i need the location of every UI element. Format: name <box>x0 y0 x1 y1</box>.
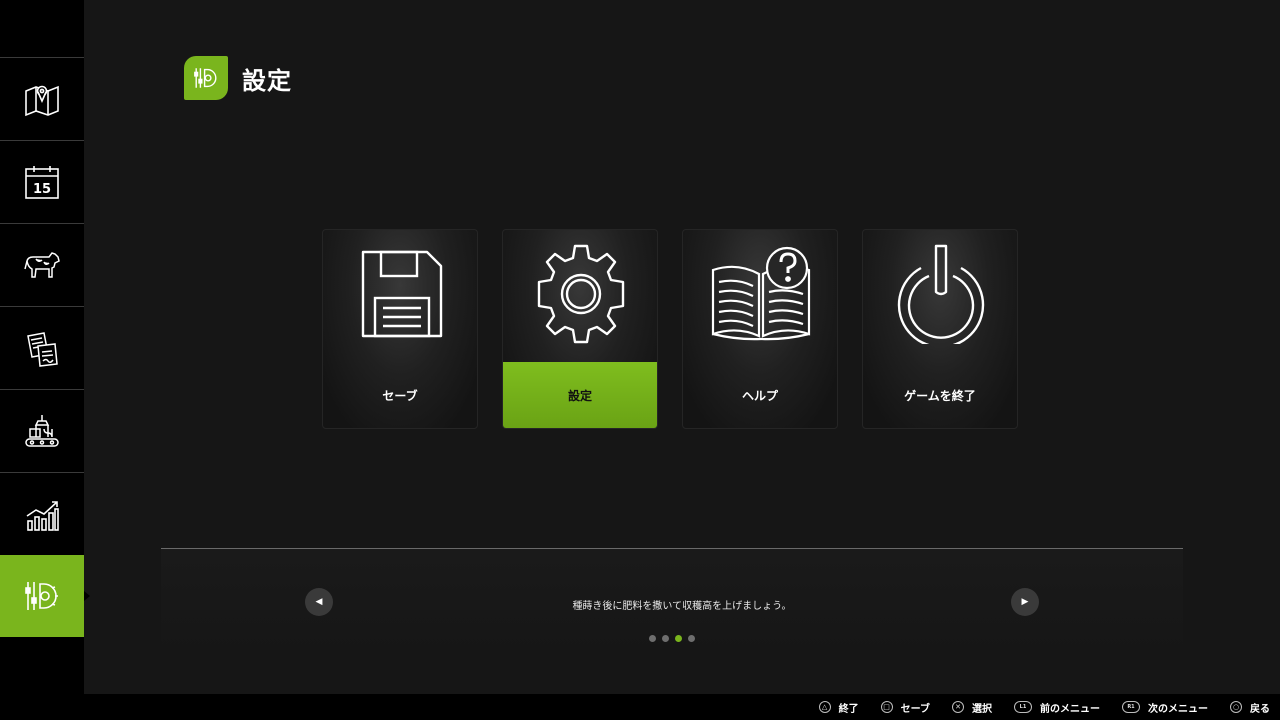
help-card[interactable]: ヘルプ <box>682 229 838 429</box>
circle-button-icon: ○ <box>1230 701 1242 713</box>
floppy-disk-icon <box>361 250 443 338</box>
contracts-icon <box>27 331 58 367</box>
sidebar-item-animals[interactable] <box>0 223 84 305</box>
page-dot[interactable] <box>688 635 695 642</box>
sidebar: 15 <box>0 0 92 694</box>
settings-menu-icon <box>194 68 217 88</box>
hint-save[interactable]: □ セーブ <box>880 700 930 715</box>
hint-back[interactable]: ○ 戻る <box>1230 700 1270 715</box>
sidebar-item-calendar[interactable]: 15 <box>0 140 84 222</box>
production-icon <box>25 414 59 447</box>
sidebar-item-statistics[interactable] <box>0 472 84 554</box>
hint-label: 終了 <box>838 703 859 715</box>
save-card-label: セーブ <box>382 388 418 403</box>
page-dot[interactable] <box>662 635 669 642</box>
hint-quit[interactable]: △ 終了 <box>818 700 859 715</box>
help-book-icon <box>711 246 811 341</box>
hint-next-menu[interactable]: R1 次のメニュー <box>1122 700 1208 715</box>
hint-prev-menu[interactable]: L1 前のメニュー <box>1014 700 1100 715</box>
hint-label: 選択 <box>972 703 992 715</box>
hint-label: 次のメニュー <box>1148 703 1208 715</box>
menu-cards: セーブ 設定 ヘルプ ゲームを終了 <box>322 229 1018 429</box>
tip-text: 種蒔き後に肥料を撒いて収穫高を上げましょう。 <box>572 601 792 612</box>
r1-button-icon: R1 <box>1122 701 1140 713</box>
button-hint-bar: △ 終了 □ セーブ ✕ 選択 L1 前のメニュー R1 次のメニュー ○ 戻る <box>0 694 1280 720</box>
save-card[interactable]: セーブ <box>322 229 478 429</box>
active-indicator <box>84 591 90 601</box>
hint-label: セーブ <box>900 703 930 715</box>
calendar-icon: 15 <box>25 165 59 199</box>
tip-pagination <box>649 635 695 642</box>
page-dot[interactable] <box>649 635 656 642</box>
settings-card[interactable]: 設定 <box>502 229 658 429</box>
page-dot-active[interactable] <box>675 635 682 642</box>
hint-label: 戻る <box>1250 703 1270 715</box>
map-icon <box>25 85 59 116</box>
hint-select[interactable]: ✕ 選択 <box>952 700 992 715</box>
sidebar-item-production[interactable] <box>0 389 84 471</box>
square-button-icon: □ <box>880 701 893 713</box>
livestock-icon <box>24 251 60 278</box>
settings-menu-icon <box>25 582 58 610</box>
sidebar-item-map[interactable] <box>0 57 84 139</box>
next-arrow-icon: ▶ <box>1021 597 1029 607</box>
quit-game-card[interactable]: ゲームを終了 <box>862 229 1018 429</box>
triangle-button-icon: △ <box>818 701 831 713</box>
hint-label: 前のメニュー <box>1040 703 1100 715</box>
cross-button-icon: ✕ <box>952 701 964 713</box>
calendar-day-text: 15 <box>33 182 51 197</box>
main-panel: 設定 セーブ 設定 ヘルプ ゲームを終了 ◀ 種蒔き後に肥料を撒いて収穫高を上げ… <box>84 0 1280 694</box>
header-badge <box>184 56 228 100</box>
settings-card-label: 設定 <box>503 362 657 428</box>
sidebar-item-settings[interactable] <box>0 555 92 637</box>
gear-icon <box>537 244 625 344</box>
tip-next-button[interactable]: ▶ <box>1011 588 1039 616</box>
quit-game-card-label: ゲームを終了 <box>904 388 976 403</box>
page-title: 設定 <box>242 66 292 95</box>
l1-button-icon: L1 <box>1014 701 1032 713</box>
sidebar-item-contracts[interactable] <box>0 306 84 388</box>
page-header: 設定 <box>184 56 292 100</box>
statistics-icon <box>26 500 59 531</box>
power-icon <box>897 244 985 344</box>
help-card-label: ヘルプ <box>741 388 778 403</box>
